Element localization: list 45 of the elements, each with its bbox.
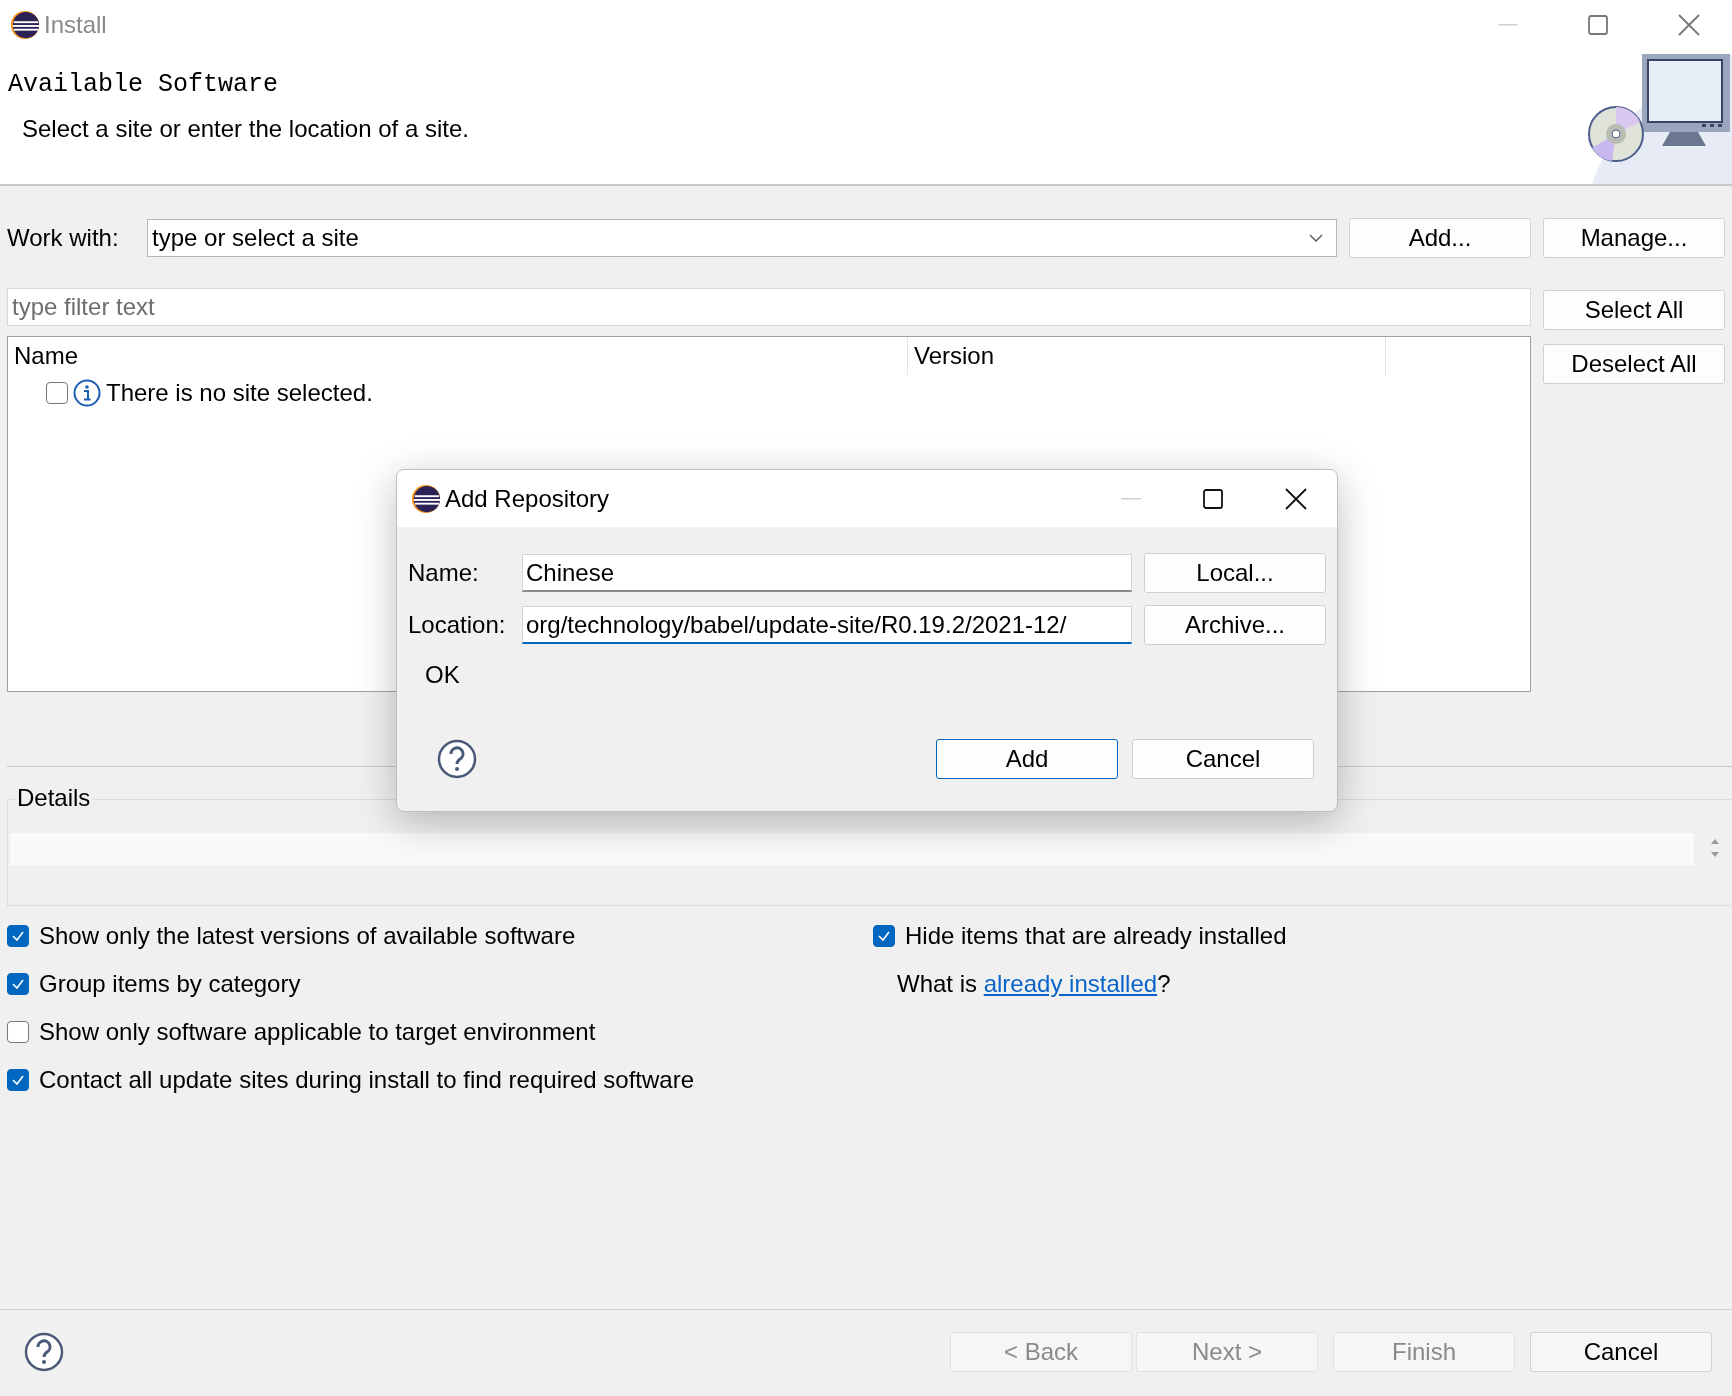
page-description: Select a site or enter the location of a site. [21,115,469,143]
field-label: Name: [408,559,480,587]
dialog-button[interactable]: Cancel [1132,739,1314,779]
page-title: Available Software [8,70,280,99]
checkbox[interactable] [7,973,29,995]
app-logo-icon [10,10,40,40]
selection-button[interactable]: Select All [1543,290,1725,330]
checkbox[interactable] [7,925,29,947]
site-button[interactable]: Add... [1349,218,1531,258]
selection-button[interactable]: Deselect All [1543,344,1725,384]
option-label: Show only the latest versions of available software [39,922,576,950]
site-button[interactable]: Manage... [1543,218,1725,258]
filter-field[interactable]: type filter text [7,288,1531,326]
dropdown-caret-icon[interactable] [1309,234,1323,242]
wizard-button[interactable]: Cancel [1530,1332,1712,1372]
text-field[interactable]: Chinese [522,554,1132,592]
close-icon[interactable] [1285,487,1307,510]
info-icon [73,379,101,407]
dialog-title: Add Repository [445,484,611,513]
option-label: Group items by category [39,970,301,998]
option-label: Hide items that are already installed [905,922,1287,950]
checkbox[interactable] [46,382,68,404]
installed-info-text: What is already installed? [897,970,1171,998]
browse-button[interactable]: Archive... [1144,605,1326,645]
checkbox[interactable] [7,1021,29,1043]
status-message: OK [424,661,461,689]
maximize-icon[interactable] [1203,488,1223,509]
work-with-label: Work with: [7,224,120,252]
app-logo-icon [411,483,441,514]
browse-button[interactable]: Local... [1144,553,1326,593]
checkbox[interactable] [7,1069,29,1091]
option-label: Contact all update sites during install to find required software [39,1066,695,1094]
installed-link[interactable]: already installed [983,970,1158,997]
option-label: Show only software applicable to target environment [39,1018,596,1046]
help-icon[interactable] [24,1332,64,1372]
table-cell: There is no site selected. [106,379,373,407]
help-icon[interactable] [437,739,477,779]
checkbox[interactable] [873,925,895,947]
column-header[interactable]: Name [8,337,908,375]
field-label: Location: [408,611,507,639]
text-field[interactable]: org/technology/babel/update-site/R0.19.2/2021-12/ [522,606,1132,644]
site-combobox[interactable]: type or select a site [147,219,1337,257]
column-header[interactable]: Version [908,337,1386,375]
dialog-button[interactable]: Add [936,739,1118,779]
window-title: Install [44,11,108,39]
